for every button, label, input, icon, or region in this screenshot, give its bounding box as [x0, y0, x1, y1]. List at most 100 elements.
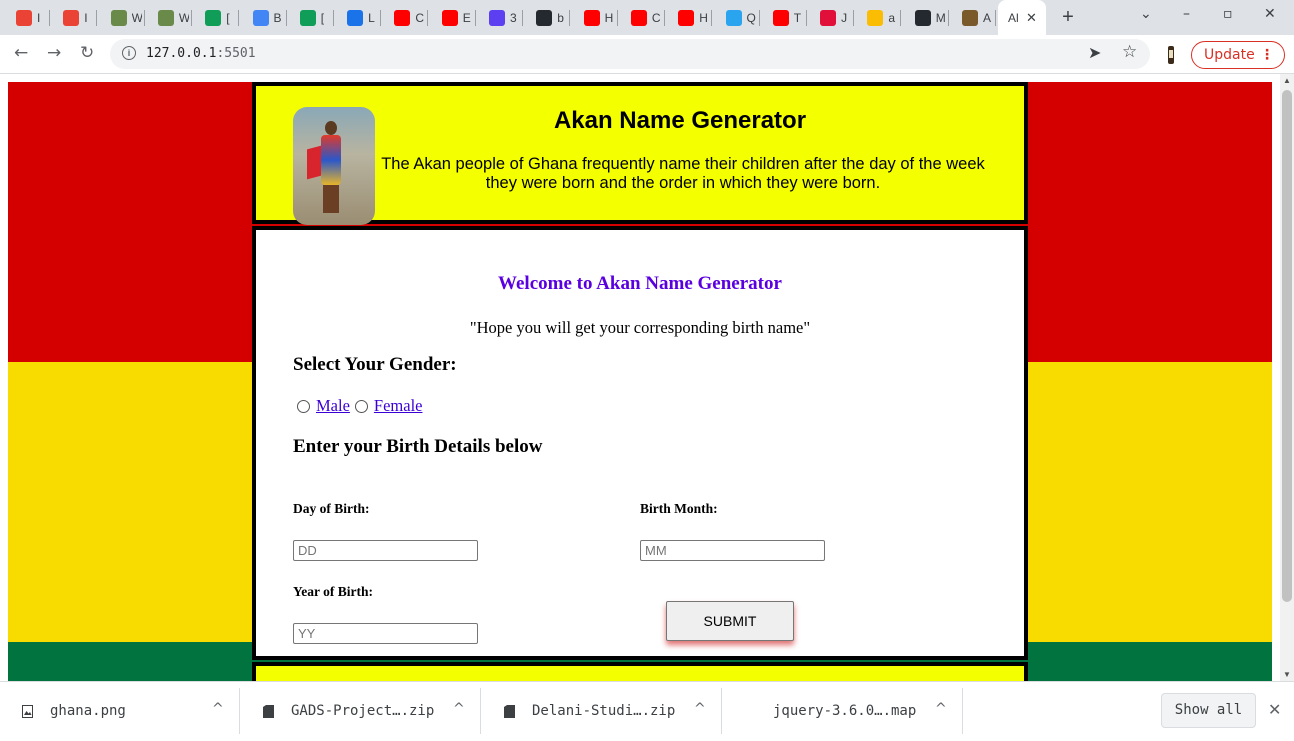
download-filename: jquery-3.6.0….map	[773, 703, 917, 719]
chevron-up-icon[interactable]: ^	[935, 701, 947, 717]
female-radio[interactable]	[354, 399, 368, 413]
tab-active[interactable]: Al ✕	[998, 0, 1046, 35]
download-item[interactable]: ghana.png ^	[0, 682, 240, 741]
sheet-icon	[299, 9, 316, 26]
page-title: Akan Name Generator	[553, 107, 807, 134]
file-icon	[504, 705, 515, 718]
browser-tab[interactable]: W	[148, 0, 192, 35]
forward-button[interactable]: →	[47, 43, 61, 63]
browser-tab[interactable]: E	[432, 0, 476, 35]
male-radio[interactable]	[297, 399, 310, 413]
male-label[interactable]: Male	[316, 396, 350, 416]
year-input[interactable]: YY	[293, 623, 478, 644]
download-item[interactable]: GADS-Project….zip ^	[241, 682, 481, 741]
browser-tab[interactable]: W	[101, 0, 145, 35]
form-section: Welcome to Akan Name Generator "Hope you…	[252, 226, 1028, 660]
quote-text: "Hope you will get your corresponding bi…	[469, 318, 811, 337]
browser-tab[interactable]: A	[952, 0, 996, 35]
reload-button[interactable]: ↻	[80, 43, 94, 63]
url-text[interactable]: 127.0.0.1:5501	[146, 46, 256, 61]
scroll-down-icon[interactable]: ▼	[1283, 670, 1291, 679]
back-button[interactable]: ←	[14, 43, 28, 63]
close-download-shelf-icon[interactable]: ✕	[1268, 700, 1281, 719]
welcome-heading: Welcome to Akan Name Generator	[498, 273, 782, 294]
scroll-up-icon[interactable]: ▲	[1283, 76, 1291, 85]
chevron-up-icon[interactable]: ^	[453, 701, 465, 717]
tab-title: M	[935, 10, 946, 25]
browser-tab[interactable]: b	[526, 0, 571, 35]
page-footer	[252, 662, 1028, 681]
chevron-up-icon[interactable]: ^	[694, 701, 706, 717]
minimize-button[interactable]: –	[1183, 6, 1190, 22]
download-filename: Delani-Studi….zip	[532, 703, 676, 719]
send-icon[interactable]: ➤	[1088, 43, 1101, 63]
youtube-icon	[583, 9, 600, 26]
video-icon	[347, 9, 364, 26]
browser-tab[interactable]: H	[574, 0, 618, 35]
month-label: Birth Month:	[640, 501, 718, 516]
diamond-icon	[489, 9, 505, 26]
tab-title: W	[178, 10, 189, 25]
tab-title: a	[888, 10, 896, 25]
tab-close-icon[interactable]: ✕	[1026, 10, 1037, 26]
browser-tab[interactable]: 3	[479, 0, 523, 35]
file-icon	[263, 705, 274, 718]
tab-search-icon[interactable]: ⌄	[1140, 6, 1152, 22]
browser-tab[interactable]: J	[810, 0, 855, 35]
palm-icon	[157, 9, 174, 26]
browser-tab[interactable]: a	[857, 0, 902, 35]
youtube-icon	[772, 9, 789, 26]
browser-toolbar: ← → ↻ i 127.0.0.1:5501 ➤ ☆	[0, 35, 1294, 74]
tab-title: Q	[746, 10, 756, 25]
extension-icon[interactable]	[1164, 44, 1178, 66]
close-window-button[interactable]: ✕	[1264, 6, 1276, 22]
browser-tab[interactable]: B	[243, 0, 287, 35]
gender-radio-group: Male Female	[297, 396, 427, 416]
show-all-button[interactable]: Show all	[1161, 693, 1256, 728]
tab-strip: I I W W [B [L C E 3 b H C H Q T Ja M A Al ✕ + ⌄ – ▫ ✕	[0, 0, 1294, 35]
browser-tab[interactable]: [	[195, 0, 240, 35]
browser-menu-icon[interactable]: ⋮	[1260, 42, 1274, 68]
month-input[interactable]: MM	[640, 540, 825, 561]
skype-icon	[725, 9, 742, 26]
tab-title: A	[983, 10, 992, 25]
update-button[interactable]: Update ⋮	[1191, 41, 1285, 69]
tab-title: Al	[1008, 10, 1019, 25]
tab-title: I	[37, 10, 41, 25]
browser-tab[interactable]: H	[668, 0, 713, 35]
drive-icon	[867, 9, 884, 26]
browser-tab[interactable]: C	[621, 0, 665, 35]
chevron-up-icon[interactable]: ^	[212, 701, 224, 717]
youtube-icon	[394, 9, 411, 26]
address-bar[interactable]: i 127.0.0.1:5501 ➤ ☆	[110, 39, 1150, 69]
page-scrollbar[interactable]: ▲ ▼	[1280, 74, 1294, 681]
download-item[interactable]: jquery-3.6.0….map ^	[723, 682, 963, 741]
browser-tab[interactable]: M	[905, 0, 949, 35]
site-info-icon[interactable]: i	[122, 46, 136, 60]
day-label: Day of Birth:	[293, 501, 370, 516]
africa-icon	[962, 9, 978, 26]
female-label[interactable]: Female	[374, 396, 423, 416]
scrollbar-thumb[interactable]	[1282, 90, 1292, 602]
browser-tab[interactable]: Q	[716, 0, 760, 35]
maximize-button[interactable]: ▫	[1223, 6, 1233, 22]
tab-title: H	[604, 10, 614, 25]
palm-icon	[110, 9, 127, 26]
bookmark-star-icon[interactable]: ☆	[1122, 42, 1137, 62]
submit-button[interactable]: SUBMIT	[666, 601, 794, 641]
browser-tab[interactable]: I	[6, 0, 50, 35]
browser-tab[interactable]: C	[384, 0, 429, 35]
tab-title: I	[84, 10, 88, 25]
day-input[interactable]: DD	[293, 540, 478, 561]
browser-tab[interactable]: L	[337, 0, 382, 35]
browser-tab[interactable]: I	[53, 0, 98, 35]
tab-title: 3	[510, 10, 517, 25]
download-item[interactable]: Delani-Studi….zip ^	[482, 682, 722, 741]
browser-tab[interactable]: [	[290, 0, 334, 35]
music-icon	[820, 9, 837, 26]
github-icon	[536, 9, 553, 26]
new-tab-button[interactable]: +	[1056, 4, 1080, 30]
browser-tab[interactable]: T	[763, 0, 807, 35]
tab-title: C	[415, 10, 425, 25]
tab-title: [	[226, 10, 230, 25]
